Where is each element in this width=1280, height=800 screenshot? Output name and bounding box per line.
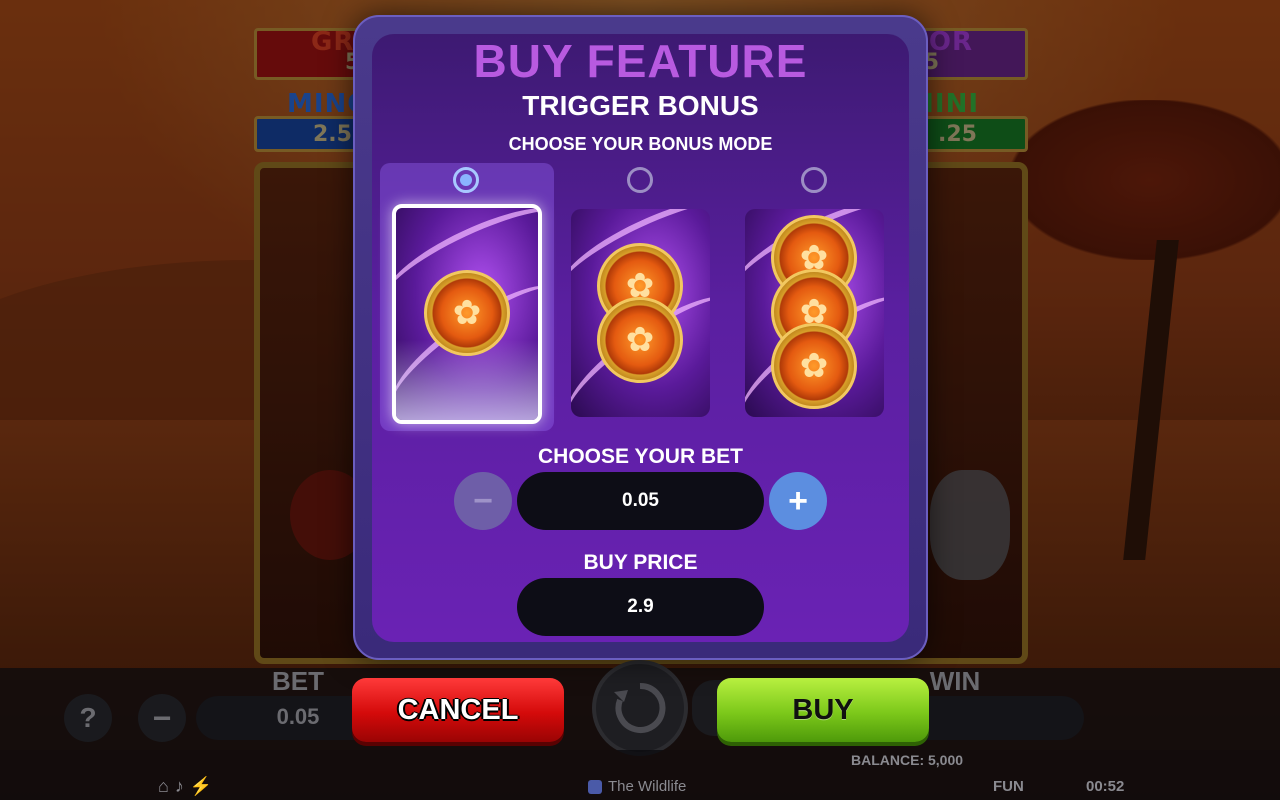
bonus-option-2-radio[interactable] [627,167,653,193]
game-name: The Wildlife [608,778,687,795]
bonus-option-1-card[interactable]: ✿ [392,204,542,424]
modal-bet-decrease-button[interactable]: − [454,472,512,530]
bonus-option-1-radio[interactable] [453,167,479,193]
bet-decrease-button[interactable]: − [138,694,186,742]
bonus-option-2-card[interactable]: ✿ ✿ [571,209,710,417]
clock: 00:52 [1086,778,1125,795]
provider-logo-icon [588,779,602,794]
cancel-button[interactable]: CANCEL [352,678,564,742]
spin-button[interactable] [592,660,688,756]
bonus-option-3-card[interactable]: ✿ ✿ ✿ [745,209,884,417]
sound-icon[interactable]: ♪ [175,776,184,796]
bonus-option-3-radio[interactable] [801,167,827,193]
bet-value: 0.05 [276,704,320,729]
help-button[interactable]: ? [64,694,112,742]
win-label: WIN [929,666,981,696]
home-icon[interactable]: ⌂ [158,776,169,796]
paw-coin-icon: ✿ [597,297,683,383]
bonus-mode-heading: CHOOSE YOUR BONUS MODE [508,134,773,154]
paw-icon: ✿ [452,294,482,332]
buy-price-value: 2.9 [517,578,764,636]
game-title: The Wildlife [588,778,686,795]
spin-icon [614,682,666,733]
balance-display: BALANCE: 5,000 [851,752,964,768]
buy-button[interactable]: BUY [717,678,929,742]
modal-subtitle: TRIGGER BONUS [522,90,759,121]
modal-title: BUY FEATURE [473,35,808,87]
turbo-icon[interactable]: ⚡ [190,776,212,796]
modal-bet-value: 0.05 [517,472,764,530]
status-icons: ⌂ ♪ ⚡ [158,776,212,796]
modal-bet-increase-button[interactable]: + [769,472,827,530]
paw-coin-icon: ✿ [424,270,510,356]
paw-icon: ✿ [625,321,655,359]
play-mode: FUN [993,778,1024,795]
buy-price-heading: BUY PRICE [583,551,698,574]
choose-bet-heading: CHOOSE YOUR BET [538,445,743,468]
paw-icon: ✿ [799,347,829,385]
paw-coin-icon: ✿ [771,323,857,409]
bet-label: BET [272,666,324,696]
